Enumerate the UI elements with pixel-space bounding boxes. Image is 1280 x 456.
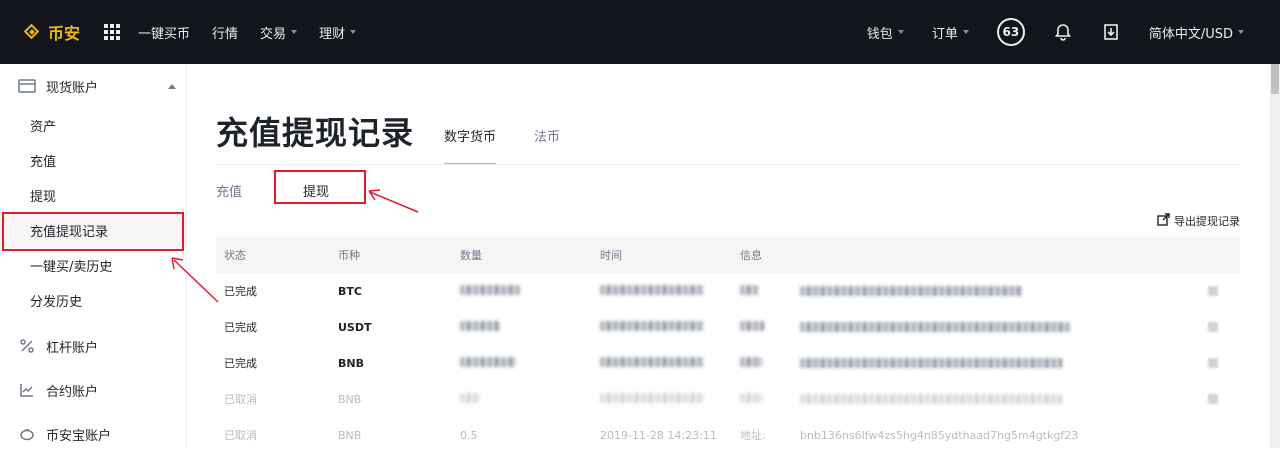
sidebar-section-label: 杠杆账户 (46, 340, 99, 356)
orders-menu[interactable]: 订单 (932, 23, 969, 42)
sidebar-spot-account[interactable]: 现货账户 (0, 64, 186, 108)
table-header: 状态 币种 数量 时间 信息 (216, 237, 1240, 273)
piggy-bank-icon (18, 425, 36, 443)
redacted-amount (460, 356, 516, 367)
highlight-box-sidebar (2, 212, 184, 251)
chevron-down-icon (962, 30, 969, 34)
nav-markets[interactable]: 行情 (212, 23, 238, 42)
redacted-time (600, 320, 704, 331)
binance-logo-icon (22, 22, 42, 42)
table-row[interactable]: 已完成 BNB (216, 345, 1240, 381)
column-header: 币种 (338, 249, 360, 262)
sidebar-item-distribution-history[interactable]: 分发历史 (0, 283, 186, 318)
download-icon[interactable] (1101, 22, 1121, 42)
red-arrow-icon (368, 189, 419, 213)
brand-name: 币安 (48, 24, 81, 43)
export-withdraw-history-link[interactable]: 导出提现记录 (1157, 213, 1240, 229)
column-header: 状态 (224, 249, 246, 262)
column-header: 数量 (460, 249, 482, 262)
subtab-withdraw[interactable]: 提现 (303, 181, 329, 200)
percent-icon (18, 337, 36, 355)
redacted-info (740, 356, 762, 367)
page-scrollbar[interactable] (1270, 0, 1280, 448)
language-currency-selector[interactable]: 简体中文/USD (1149, 23, 1244, 42)
column-header: 时间 (600, 249, 622, 262)
sidebar-futures-account[interactable]: 合约账户 (0, 368, 186, 412)
redacted-address (800, 394, 1062, 404)
export-icon (1157, 213, 1170, 229)
redacted-time (600, 392, 704, 403)
chevron-down-icon (897, 30, 904, 34)
wallet-menu[interactable]: 钱包 (867, 23, 904, 42)
sidebar-item-buy-sell-history[interactable]: 一键买/卖历史 (0, 248, 186, 283)
redacted-info (740, 284, 758, 295)
history-table: 状态 币种 数量 时间 信息 已完成 BTC 已完成 USDT 已完成 BNB … (216, 237, 1240, 453)
sidebar: 现货账户 资产 充值 提现 充值提现记录 一键买/卖历史 分发历史 杠杆账户 合… (0, 64, 187, 448)
brand[interactable]: 币安 (22, 20, 80, 44)
redacted-time (600, 284, 704, 295)
bell-icon[interactable] (1053, 22, 1073, 42)
redacted-icon (1208, 286, 1218, 296)
chevron-up-icon[interactable] (168, 83, 176, 89)
column-header: 信息 (740, 249, 762, 262)
subtab-deposit[interactable]: 充值 (216, 181, 242, 200)
notification-count-badge[interactable]: 63 (996, 18, 1025, 46)
redacted-amount (460, 284, 520, 295)
tabs-divider (216, 164, 1240, 165)
apps-grid-icon[interactable] (104, 24, 121, 40)
chevron-down-icon (291, 30, 298, 34)
redacted-icon (1208, 394, 1218, 404)
chevron-down-icon (1238, 30, 1244, 34)
redacted-address (800, 322, 1070, 332)
sidebar-section-label: 币安宝账户 (46, 428, 112, 444)
main-nav: 一键买币 行情 交易 理财 (138, 23, 378, 42)
top-right-menu: 钱包 订单 63 简体中文/USD (839, 18, 1244, 46)
chevron-down-icon (350, 30, 357, 34)
sidebar-savings-account[interactable]: 币安宝账户 (0, 412, 186, 456)
redacted-address (800, 358, 1062, 368)
chart-icon (18, 381, 36, 399)
nav-buy-crypto[interactable]: 一键买币 (138, 23, 190, 42)
currency-type-tabs: 数字货币 法币 (444, 126, 598, 165)
scrollbar-thumb[interactable] (1271, 64, 1279, 94)
sidebar-section-label: 合约账户 (46, 384, 99, 400)
redacted-icon (1208, 358, 1218, 368)
sidebar-item-withdraw[interactable]: 提现 (0, 178, 186, 213)
redacted-icon (1208, 322, 1218, 332)
nav-finance[interactable]: 理财 (319, 23, 357, 42)
page-title: 充值提现记录 (216, 114, 415, 152)
redacted-amount (460, 320, 500, 331)
table-row[interactable]: 已取消 BNB (216, 381, 1240, 417)
table-row[interactable]: 已完成 USDT (216, 309, 1240, 345)
wallet-icon (18, 77, 36, 95)
redacted-address (800, 286, 1022, 296)
tab-crypto[interactable]: 数字货币 (444, 126, 497, 165)
redacted-time (600, 356, 704, 367)
table-row[interactable]: 已完成 BTC (216, 273, 1240, 309)
sidebar-item-assets[interactable]: 资产 (0, 108, 186, 143)
redacted-amount (460, 392, 480, 403)
nav-trade[interactable]: 交易 (260, 23, 298, 42)
sidebar-item-deposit[interactable]: 充值 (0, 143, 186, 178)
sidebar-margin-account[interactable]: 杠杆账户 (0, 324, 186, 368)
redacted-info (740, 392, 762, 403)
top-navbar: 币安 一键买币 行情 交易 理财 钱包 订单 63 简体中文/USD (0, 0, 1270, 64)
redacted-info (740, 320, 764, 331)
sidebar-section-label: 现货账户 (46, 80, 99, 96)
tab-fiat[interactable]: 法币 (534, 126, 560, 145)
